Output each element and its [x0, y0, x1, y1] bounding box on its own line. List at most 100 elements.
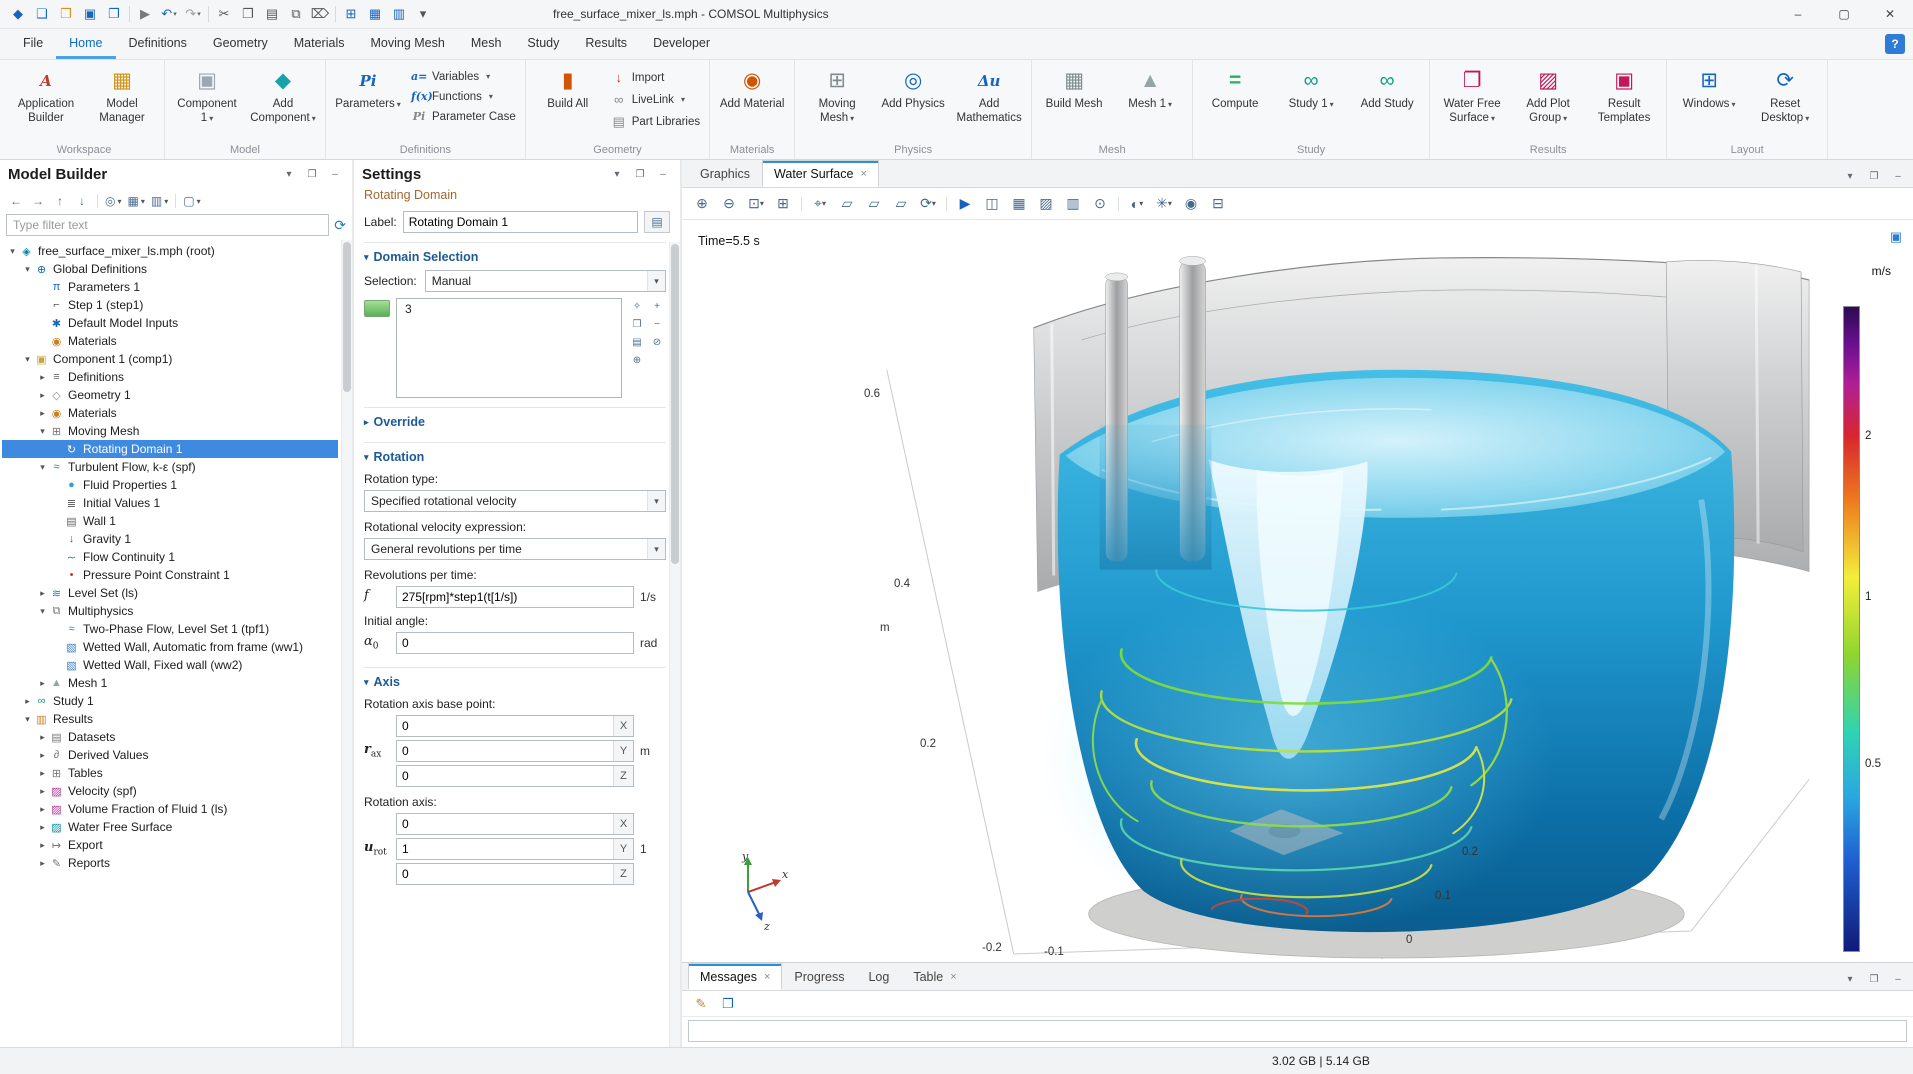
selection-list-item[interactable]: 3 [397, 301, 621, 317]
zoom-extents-button[interactable]: ⊞ [771, 192, 795, 216]
rename-icon[interactable]: ▤ [644, 211, 670, 233]
expand-icon[interactable]: ▸ [36, 732, 49, 743]
graphics-menu-icon[interactable]: ▾ [1841, 970, 1859, 988]
lock-view-button[interactable]: ⊙ [1088, 192, 1112, 216]
build-mesh-button[interactable]: ▦Build Mesh [1036, 62, 1112, 132]
save-all-button[interactable]: ❐ [102, 3, 126, 25]
rotation-axis-z-input[interactable] [397, 864, 613, 884]
tree-item-multiphysics[interactable]: ▾⧉Multiphysics [2, 602, 338, 620]
model-manager-button[interactable]: ▦Model Manager [84, 62, 160, 132]
reset-desktop-button[interactable]: ⟳Reset Desktop▾ [1747, 62, 1823, 132]
expand-icon[interactable]: ▸ [36, 750, 49, 761]
parameters-button[interactable]: PiParameters▾ [330, 62, 406, 132]
add-physics-button[interactable]: ◎Add Physics [875, 62, 951, 132]
run-button[interactable]: ▶ [133, 3, 157, 25]
add-mathematics-button[interactable]: ΔuAdd Mathematics [951, 62, 1027, 132]
rotation-header[interactable]: ▾ Rotation [364, 448, 666, 470]
redo-button[interactable]: ↷▾ [181, 3, 205, 25]
open-file-button[interactable]: ❒ [54, 3, 78, 25]
result-templates-button[interactable]: ▣Result Templates [1586, 62, 1662, 132]
messages-output[interactable] [688, 1020, 1907, 1042]
tree-item-parameters-1[interactable]: πParameters 1 [2, 278, 338, 296]
axis-header[interactable]: ▾ Axis [364, 673, 666, 695]
tree-item-gravity-1[interactable]: ↓Gravity 1 [2, 530, 338, 548]
tree-item-export[interactable]: ▸↦Export [2, 836, 338, 854]
domain-selection-header[interactable]: ▾ Domain Selection [364, 248, 666, 270]
graphics-float-icon[interactable]: ❐ [1865, 167, 1883, 185]
ribbon-tab-home[interactable]: Home [56, 31, 115, 59]
water-free-surface-button[interactable]: ❐Water Free Surface▾ [1434, 62, 1510, 132]
collapse-icon[interactable]: ▾ [36, 426, 49, 437]
expand-icon[interactable]: ▸ [36, 372, 49, 383]
properties-window-button[interactable]: ▦ [363, 3, 387, 25]
tree-item-moving-mesh[interactable]: ▾⊞Moving Mesh [2, 422, 338, 440]
paste-button[interactable]: ▤ [260, 3, 284, 25]
paste-selection-button[interactable]: ▤ [628, 334, 646, 350]
ribbon-tab-definitions[interactable]: Definitions [116, 31, 200, 59]
scene-light-button[interactable]: ✳▾ [1152, 192, 1176, 216]
expand-icon[interactable]: ▸ [36, 390, 49, 401]
parameter-case-button[interactable]: PiParameter Case [408, 109, 519, 124]
moving-mesh-button[interactable]: ⊞Moving Mesh▾ [799, 62, 875, 132]
ribbon-tab-results[interactable]: Results [572, 31, 640, 59]
add-to-selection-button[interactable]: + [648, 298, 666, 314]
view-zx-button[interactable]: ▱ [889, 192, 913, 216]
view-xy-button[interactable]: ▱ [835, 192, 859, 216]
import-button[interactable]: ↓Import [608, 69, 703, 86]
expand-icon[interactable]: ▸ [36, 768, 49, 779]
duplicate-button[interactable]: ⧉ [284, 3, 308, 25]
base-point-x-input[interactable] [397, 716, 613, 736]
ribbon-tab-file[interactable]: File [10, 31, 56, 59]
node-columns-button[interactable]: ▥▾ [149, 191, 170, 211]
expand-icon[interactable]: ▸ [36, 408, 49, 419]
copy-log-button[interactable]: ❐ [718, 994, 738, 1014]
zoom-in-button[interactable]: ⊕ [690, 192, 714, 216]
customize-toolbar-button[interactable]: ▾ [411, 3, 435, 25]
tree-item-mesh-1[interactable]: ▸▲Mesh 1 [2, 674, 338, 692]
livelink-button[interactable]: ∞LiveLink▾ [608, 91, 703, 108]
clear-selection-button[interactable]: ⊘ [648, 334, 666, 350]
clear-log-button[interactable]: ✎ [691, 994, 711, 1014]
go-forward-button[interactable]: → [28, 191, 48, 211]
move-up-button[interactable]: ↑ [50, 191, 70, 211]
tree-item-fluid-properties-1[interactable]: ●Fluid Properties 1 [2, 476, 338, 494]
tree-item-geometry-1[interactable]: ▸◇Geometry 1 [2, 386, 338, 404]
zoom-to-selection-button[interactable]: ⊕ [628, 352, 646, 368]
tree-item-water-free-surface[interactable]: ▸▨Water Free Surface [2, 818, 338, 836]
show-button[interactable]: ◎▾ [103, 191, 124, 211]
close-icon[interactable]: × [764, 971, 770, 983]
tree-item-study-1[interactable]: ▸∞Study 1 [2, 692, 338, 710]
panel-hide-icon[interactable]: – [326, 165, 344, 183]
initial-angle-input[interactable] [396, 632, 634, 654]
tree-item-derived-values[interactable]: ▸∂Derived Values [2, 746, 338, 764]
tree-item-turbulent-flow-k-spf[interactable]: ▾≈Turbulent Flow, k-ε (spf) [2, 458, 338, 476]
tree-item-two-phase-flow-level-set-1-tpf1[interactable]: ≈Two-Phase Flow, Level Set 1 (tpf1) [2, 620, 338, 638]
collapse-icon[interactable]: ▾ [21, 264, 34, 275]
tree-item-free-surface-mixer-ls-mph-root[interactable]: ▾◈free_surface_mixer_ls.mph (root) [2, 242, 338, 260]
material-color-button[interactable]: ▨ [1034, 192, 1058, 216]
ribbon-tab-geometry[interactable]: Geometry [200, 31, 281, 59]
plot-panel-toggle-icon[interactable]: ▣ [1887, 228, 1905, 246]
graphics-canvas[interactable]: Time=5.5 s m/s 210.5 ▣ y x z 0.60.4m0.2-… [682, 220, 1913, 962]
panel-float-icon[interactable]: ❐ [303, 165, 321, 183]
update-view-button[interactable]: ⟳▾ [916, 192, 940, 216]
tree-item-step-1-step1[interactable]: ⌐Step 1 (step1) [2, 296, 338, 314]
animate-button[interactable]: ▶ [953, 192, 977, 216]
move-down-button[interactable]: ↓ [72, 191, 92, 211]
minimize-button[interactable]: – [1775, 0, 1821, 29]
settings-hide-icon[interactable]: – [654, 165, 672, 183]
settings-menu-icon[interactable]: ▾ [608, 165, 626, 183]
selection-list[interactable]: 3 [396, 298, 622, 398]
messages-tab-messages[interactable]: Messages× [688, 963, 782, 990]
application-builder-button[interactable]: AApplication Builder [8, 62, 84, 132]
undo-button[interactable]: ↶▾ [157, 3, 181, 25]
study-1-button[interactable]: ∞Study 1▾ [1273, 62, 1349, 132]
tree-item-default-model-inputs[interactable]: ✱Default Model Inputs [2, 314, 338, 332]
settings-float-icon[interactable]: ❐ [631, 165, 649, 183]
component-1-button[interactable]: ▣Component 1▾ [169, 62, 245, 132]
snapshot-button[interactable]: ◉ [1179, 192, 1203, 216]
tree-item-definitions[interactable]: ▸≡Definitions [2, 368, 338, 386]
close-icon[interactable]: × [860, 168, 866, 180]
add-plot-group-button[interactable]: ▨Add Plot Group▾ [1510, 62, 1586, 132]
add-component-button[interactable]: ◆Add Component▾ [245, 62, 321, 132]
